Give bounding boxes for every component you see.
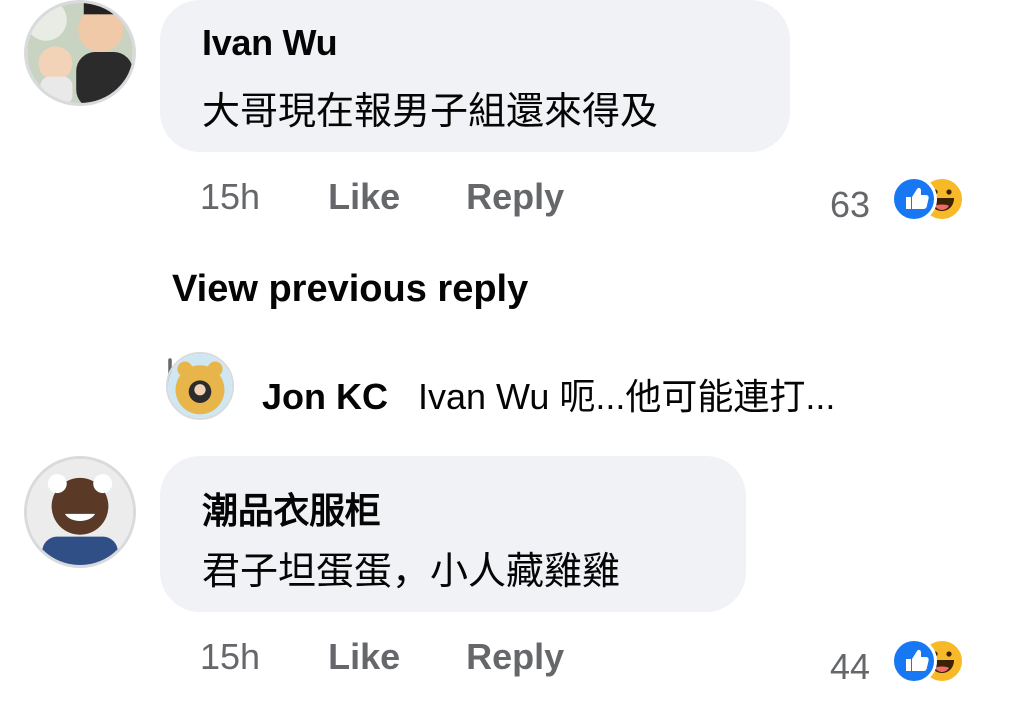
comment-timestamp[interactable]: 15h	[200, 176, 260, 218]
avatar-photo	[27, 459, 133, 565]
like-button[interactable]: Like	[328, 636, 400, 678]
avatar-photo	[168, 354, 232, 418]
reply-text: Ivan Wu 呃...他可能連打...	[418, 376, 836, 417]
comment-author[interactable]: Ivan Wu	[202, 22, 338, 64]
like-icon	[891, 176, 937, 222]
reply-author[interactable]: Jon KC	[262, 376, 388, 417]
avatar-chaopin[interactable]	[24, 456, 136, 568]
view-previous-reply-link[interactable]: View previous reply	[172, 268, 528, 311]
comment-timestamp[interactable]: 15h	[200, 636, 260, 678]
comment-text: 君子坦蛋蛋，小人藏雞雞	[202, 551, 621, 593]
avatar-ivan-wu[interactable]	[24, 0, 136, 106]
avatar-photo	[27, 3, 133, 103]
comment-bubble: 潮品衣服柜 君子坦蛋蛋，小人藏雞雞	[160, 456, 746, 612]
comment-actions: 15h Like Reply	[200, 176, 564, 218]
avatar-jon-kc[interactable]	[166, 352, 234, 420]
like-button[interactable]: Like	[328, 176, 400, 218]
reply-button[interactable]: Reply	[466, 636, 564, 678]
reply-preview[interactable]: Jon KC Ivan Wu 呃...他可能連打...	[262, 368, 835, 420]
reaction-count[interactable]: 63	[830, 184, 870, 226]
reaction-count[interactable]: 44	[830, 646, 870, 688]
comment-text: 大哥現在報男子組還來得及	[202, 91, 659, 133]
like-icon	[891, 638, 937, 684]
comment-author[interactable]: 潮品衣服柜	[202, 482, 381, 534]
comment-bubble: Ivan Wu 大哥現在報男子組還來得及	[160, 0, 790, 152]
reaction-summary[interactable]	[891, 176, 967, 224]
comment-actions: 15h Like Reply	[200, 636, 564, 678]
reaction-summary[interactable]	[891, 638, 967, 686]
reply-button[interactable]: Reply	[466, 176, 564, 218]
